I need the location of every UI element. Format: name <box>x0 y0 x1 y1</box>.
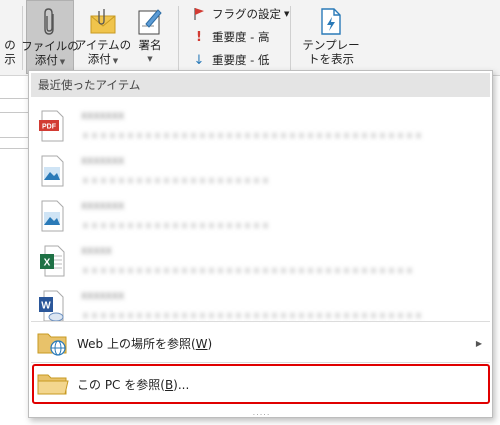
svg-text:X: X <box>44 258 51 269</box>
envelope-paperclip-icon <box>88 4 118 38</box>
browse-web-label: Web 上の場所を参照( <box>77 336 196 351</box>
recent-items-header: 最近使ったアイテム <box>31 73 490 97</box>
recent-item[interactable]: XXXXXXX ｘｘｘｘｘｘｘｘｘｘｘｘｘｘｘｘｘｘｘｘｘ <box>31 194 490 238</box>
recent-item-path: ｘｘｘｘｘｘｘｘｘｘｘｘｘｘｘｘｘｘｘｘｘｘｘｘｘｘｘｘｘｘｘｘｘｘｘｘｘｘ <box>81 130 424 141</box>
recent-item[interactable]: PDF XXXXXXX ｘｘｘｘｘｘｘｘｘｘｘｘｘｘｘｘｘｘｘｘｘｘｘｘｘｘｘｘ… <box>31 104 490 148</box>
recent-item-path: ｘｘｘｘｘｘｘｘｘｘｘｘｘｘｘｘｘｘｘｘｘ <box>81 175 271 186</box>
recent-item-path: ｘｘｘｘｘｘｘｘｘｘｘｘｘｘｘｘｘｘｘｘｘｘｘｘｘｘｘｘｘｘｘｘｘｘｘｘｘｘ <box>81 310 424 321</box>
recent-item-path: ｘｘｘｘｘｘｘｘｘｘｘｘｘｘｘｘｘｘｘｘｘ <box>81 220 271 231</box>
recent-item-name: XXXXXXX <box>81 291 125 302</box>
browse-web-access-key: W <box>195 336 208 351</box>
browse-web-locations-item[interactable]: Web 上の場所を参照(W) ▶ <box>31 325 490 361</box>
view-templates-label-1: テンプレー <box>302 38 360 52</box>
recent-item-path: ｘｘｘｘｘｘｘｘｘｘｘｘｘｘｘｘｘｘｘｘｘｘｘｘｘｘｘｘｘｘｘｘｘｘｘｘｘ <box>81 265 415 276</box>
chevron-down-icon: ▼ <box>59 58 66 66</box>
show-partial-label-1: の <box>4 38 16 52</box>
folder-globe-icon <box>35 328 71 358</box>
image-file-icon <box>37 154 67 188</box>
image-file-icon <box>37 199 67 233</box>
recent-item[interactable]: X XXXXX ｘｘｘｘｘｘｘｘｘｘｘｘｘｘｘｘｘｘｘｘｘｘｘｘｘｘｘｘｘｘｘｘ… <box>31 239 490 283</box>
paperclip-icon <box>35 5 65 39</box>
signature-label: 署名 <box>138 38 162 52</box>
attach-item-label-1: アイテムの <box>74 38 132 52</box>
svg-text:PDF: PDF <box>42 124 57 131</box>
importance-low-button[interactable]: ↓ 重要度 - 低 <box>190 50 270 70</box>
ribbon: の 示 ファイルの 添付 ▼ アイテムの 添付 ▼ 署名 ▼ フラグの設定 ▼ … <box>0 0 500 76</box>
chevron-right-icon: ▶ <box>475 338 482 348</box>
arrow-down-icon: ↓ <box>193 52 205 68</box>
resize-grip[interactable]: ..... <box>29 408 494 417</box>
view-templates-button[interactable]: テンプレー トを表示 <box>300 0 362 74</box>
chevron-down-icon: ▼ <box>112 57 119 65</box>
menu-divider <box>31 321 490 322</box>
attach-file-label-2: 添付 <box>34 53 58 67</box>
recent-item-name: XXXXXXX <box>81 111 125 122</box>
attach-item-label-2: 添付 <box>87 52 111 66</box>
svg-text:W: W <box>41 301 51 312</box>
attach-file-dropdown: 最近使ったアイテム PDF XXXXXXX ｘｘｘｘｘｘｘｘｘｘｘｘｘｘｘｘｘｘ… <box>28 70 493 418</box>
importance-high-button[interactable]: ! 重要度 - 高 <box>190 27 269 47</box>
recent-item-name: XXXXXXX <box>81 201 125 212</box>
flag-icon <box>190 7 208 21</box>
template-icon <box>316 4 346 38</box>
signature-pen-icon <box>135 4 165 38</box>
signature-button[interactable]: 署名 ▼ <box>132 0 168 74</box>
excel-file-icon: X <box>37 244 67 278</box>
show-partial-label-2: 示 <box>4 52 16 66</box>
exclamation-icon: ! <box>196 29 202 45</box>
menu-divider <box>31 362 490 363</box>
ribbon-separator <box>290 6 291 70</box>
ribbon-separator <box>178 6 179 70</box>
importance-low-label: 重要度 - 低 <box>212 53 270 67</box>
word-file-icon: W <box>37 289 67 323</box>
importance-high-label: 重要度 - 高 <box>212 30 270 44</box>
recent-item-name: XXXXX <box>81 246 112 257</box>
pdf-file-icon: PDF <box>37 109 67 143</box>
chevron-down-icon: ▼ <box>147 55 153 63</box>
highlight-box <box>32 364 490 404</box>
form-field-partial[interactable] <box>0 112 30 138</box>
recent-item-name: XXXXXXX <box>81 156 125 167</box>
attach-item-button[interactable]: アイテムの 添付 ▼ <box>74 0 132 74</box>
chevron-down-icon: ▼ <box>284 10 290 18</box>
form-divider <box>0 148 30 149</box>
follow-up-button[interactable]: フラグの設定 ▼ <box>190 4 289 24</box>
ribbon-separator <box>22 6 23 70</box>
show-partial-button[interactable]: の 示 <box>0 0 20 74</box>
follow-up-label: フラグの設定 <box>212 7 281 21</box>
attach-file-label-1: ファイルの <box>21 39 79 53</box>
browse-web-label-end: ) <box>207 336 213 351</box>
recent-item[interactable]: XXXXXXX ｘｘｘｘｘｘｘｘｘｘｘｘｘｘｘｘｘｘｘｘｘ <box>31 149 490 193</box>
form-divider <box>0 98 30 99</box>
attach-file-button[interactable]: ファイルの 添付 ▼ <box>21 0 79 74</box>
view-templates-label-2: トを表示 <box>308 52 354 66</box>
